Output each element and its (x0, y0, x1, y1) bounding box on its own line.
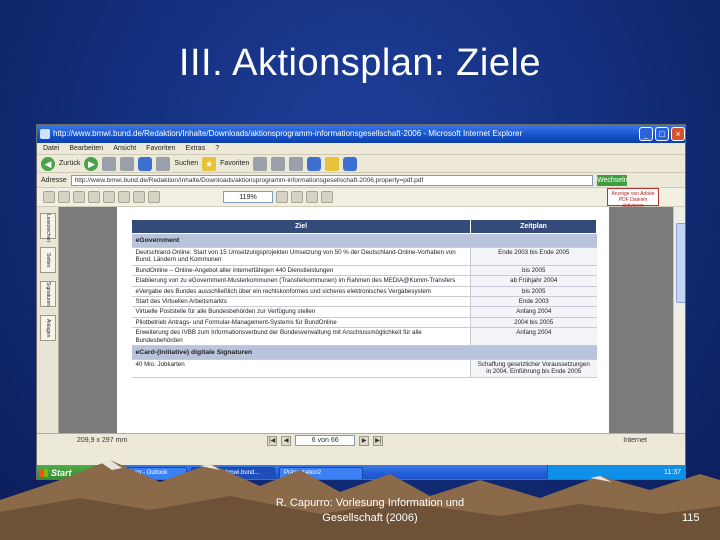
mail-icon[interactable] (271, 156, 286, 171)
select-text-icon[interactable] (118, 191, 130, 203)
search-pdf-icon[interactable] (88, 191, 100, 203)
menu-item-extras[interactable]: Extras (185, 143, 205, 154)
table-row: 40 Mio. Jobkarten Schaffung gesetzlicher… (131, 359, 597, 378)
adobe-banner[interactable]: Anzeige von Adobe PDF Dateien aktivieren (607, 188, 659, 209)
tab-signatures[interactable]: Signaturen (40, 281, 56, 307)
menu-item-bearbeiten[interactable]: Bearbeiten (69, 143, 103, 154)
zoom-level-field[interactable]: 119% (223, 191, 273, 203)
tab-bookmarks[interactable]: Lesezeichen (40, 213, 56, 242)
schedule-cell: 2004 bis 2005 (470, 317, 597, 329)
table-row: BundOnline – Online-Angebot aller intern… (131, 265, 597, 277)
search-button-label[interactable]: Suchen (174, 160, 198, 167)
table-row: Pilotbetrieb Antrags- und Formular-Manag… (131, 317, 597, 329)
favorites-star-icon[interactable]: ★ (202, 156, 217, 171)
goal-cell: Etablierung von zu eGovernment-Musterkom… (131, 275, 471, 287)
refresh-icon[interactable] (120, 156, 135, 171)
minimize-button[interactable]: _ (639, 127, 653, 141)
vertical-scrollbar[interactable] (673, 207, 685, 433)
table-row: Erweiterung des IVBB zum Informationsver… (131, 327, 597, 347)
table-row: eVergabe des Bundes ausschließlich über … (131, 286, 597, 298)
schedule-cell: bis 2005 (470, 286, 597, 298)
back-arrow-icon[interactable]: ◀ (41, 156, 55, 171)
schedule-cell: Anfang 2004 (470, 327, 597, 347)
goal-cell: Virtuelle Poststelle für alle Bundesbehö… (131, 306, 471, 318)
hand-tool-icon[interactable] (103, 191, 115, 203)
schedule-cell: Schaffung gesetzlicher Voraussetzungen i… (470, 359, 597, 378)
pdf-viewer: Lesezeichen Seiten Signaturen Anlagen Zi… (37, 207, 685, 433)
section-title: eGovernment (131, 233, 597, 248)
fit-width-icon[interactable] (306, 191, 318, 203)
table-row: Virtuelle Poststelle für alle Bundesbehö… (131, 306, 597, 318)
table-section-row: eCard-(Initiative) digitale Signaturen (131, 345, 597, 361)
address-bar: Adresse http://www.bmwi.bund.de/Redaktio… (37, 173, 685, 195)
stop-icon[interactable] (102, 156, 117, 171)
snapshot-icon[interactable] (133, 191, 145, 203)
goal-cell: Erweiterung des IVBB zum Informationsver… (131, 327, 471, 347)
browser-screenshot: http://www.bmwi.bund.de/Redaktion/Inhalt… (36, 124, 686, 480)
rotate-icon[interactable] (321, 191, 333, 203)
search-icon[interactable] (156, 156, 171, 171)
favorites-button-label[interactable]: Favoriten (220, 160, 249, 167)
window-controls: _ □ × (639, 127, 685, 141)
slide-title: III. Aktionsplan: Ziele (178, 42, 542, 84)
slide-page-number: 115 (682, 512, 700, 524)
address-input[interactable]: http://www.bmwi.bund.de/Redaktion/Inhalt… (70, 174, 593, 186)
print-icon[interactable] (289, 156, 304, 171)
column-header-ziel: Ziel (131, 219, 471, 234)
goal-cell: 40 Mio. Jobkarten (131, 359, 471, 378)
slide-footer: R. Capurro: Vorlesung Information und Ge… (275, 497, 465, 524)
back-button-label[interactable]: Zurück (59, 160, 80, 167)
address-label: Adresse (41, 176, 67, 184)
folder-icon[interactable] (325, 156, 340, 171)
goal-cell: Pilotbetrieb Antrags- und Formular-Manag… (131, 317, 471, 329)
maximize-button[interactable]: □ (655, 127, 669, 141)
goal-cell: Start des Virtuellen Arbeitsmarkts (131, 296, 471, 308)
table-row: Etablierung von zu eGovernment-Musterkom… (131, 275, 597, 287)
table-row: Start des Virtuellen Arbeitsmarkts Ende … (131, 296, 597, 308)
window-title: http://www.bmwi.bund.de/Redaktion/Inhalt… (53, 129, 523, 138)
goal-cell: Deutschland-Online: Start von 15 Umsetzu… (131, 247, 471, 266)
email-icon[interactable] (73, 191, 85, 203)
schedule-cell: Ende 2003 bis Ende 2005 (470, 247, 597, 266)
edit-icon[interactable] (307, 156, 322, 171)
save-copy-icon[interactable] (43, 191, 55, 203)
table-section-row: eGovernment (131, 233, 597, 248)
schedule-cell: ab Frühjahr 2004 (470, 275, 597, 287)
menu-item-help[interactable]: ? (215, 143, 219, 154)
internet-explorer-icon (40, 129, 50, 139)
history-icon[interactable] (253, 156, 268, 171)
messenger-icon[interactable] (343, 156, 358, 171)
print-pdf-icon[interactable] (58, 191, 70, 203)
close-button[interactable]: × (671, 127, 685, 141)
tab-pages[interactable]: Seiten (40, 247, 56, 273)
fit-page-icon[interactable] (291, 191, 303, 203)
zoom-in-icon[interactable] (276, 191, 288, 203)
menu-item-favoriten[interactable]: Favoriten (146, 143, 175, 154)
pdf-toolbar: 119% (37, 187, 685, 207)
zoom-out-icon[interactable] (148, 191, 160, 203)
window-titlebar: http://www.bmwi.bund.de/Redaktion/Inhalt… (37, 125, 685, 143)
goal-cell: BundOnline – Online-Angebot aller intern… (131, 265, 471, 277)
column-header-zeitplan: Zeitplan (470, 219, 597, 234)
pdf-page: Ziel Zeitplan eGovernment Deutschland-On… (117, 207, 609, 433)
goal-cell: eVergabe des Bundes ausschließlich über … (131, 286, 471, 298)
section-title: eCard-(Initiative) digitale Signaturen (131, 345, 597, 361)
schedule-cell: bis 2005 (470, 265, 597, 277)
go-button[interactable]: Wechseln zu (597, 174, 628, 195)
scroll-thumb[interactable] (676, 223, 685, 303)
home-icon[interactable] (138, 156, 153, 171)
table-row: Deutschland-Online: Start von 15 Umsetzu… (131, 247, 597, 266)
navigation-panel: Lesezeichen Seiten Signaturen Anlagen (37, 207, 59, 433)
schedule-cell: Anfang 2004 (470, 306, 597, 318)
menu-item-datei[interactable]: Datei (43, 143, 59, 154)
tab-attachments[interactable]: Anlagen (40, 315, 56, 341)
goals-table: Ziel Zeitplan eGovernment Deutschland-On… (131, 219, 597, 378)
menu-bar: Datei Bearbeiten Ansicht Favoriten Extra… (37, 143, 685, 155)
menu-item-ansicht[interactable]: Ansicht (113, 143, 136, 154)
schedule-cell: Ende 2003 (470, 296, 597, 308)
forward-arrow-icon[interactable]: ▶ (84, 156, 99, 171)
browser-toolbar: ◀ Zurück ▶ Suchen ★ Favoriten (37, 155, 685, 173)
